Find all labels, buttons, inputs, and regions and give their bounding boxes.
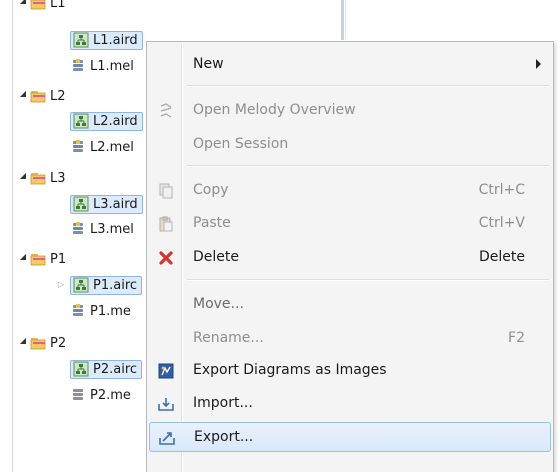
context-menu: New Open Melody Overview Open Session Co… — [146, 41, 554, 472]
folder-label: P2 — [50, 335, 67, 351]
export-image-icon — [157, 362, 175, 380]
aird-selection: L1.aird — [70, 30, 143, 50]
expand-arrow-icon[interactable]: ▷ — [56, 280, 66, 290]
aird-file-icon — [73, 361, 89, 377]
menu-item-label: Move... — [193, 296, 244, 312]
tree-item-l1-mel[interactable]: L1.mel — [70, 55, 134, 77]
menu-item-label: Delete — [193, 249, 239, 265]
tree-folder-l1[interactable]: L1 — [30, 0, 66, 14]
submenu-arrow-icon — [536, 59, 541, 69]
tree-item-p1-mel[interactable]: P1.me — [70, 300, 131, 322]
export-icon — [158, 429, 176, 447]
paste-icon — [157, 215, 175, 233]
file-label: L3.mel — [90, 221, 134, 237]
import-icon — [157, 395, 175, 413]
file-label: P2.airc — [93, 361, 138, 377]
menu-item-label: Export Diagrams as Images — [193, 362, 387, 378]
menu-item-export-diagrams-as-images[interactable]: Export Diagrams as Images — [149, 356, 551, 386]
folder-open-icon — [30, 173, 46, 185]
collapse-arrow-icon[interactable]: ◢ — [18, 252, 28, 262]
melody-model-icon — [73, 222, 83, 234]
folder-open-icon — [30, 338, 46, 350]
folder-open-icon — [30, 0, 46, 10]
tree-folder-p2[interactable]: P2 — [30, 332, 66, 354]
menu-item-move[interactable]: Move... — [149, 290, 551, 320]
tree-item-p2-aird[interactable]: P2.airc — [70, 358, 143, 380]
copy-icon — [157, 182, 175, 200]
menu-item-label: Paste — [193, 215, 231, 231]
menu-item-shortcut: F2 — [508, 330, 525, 346]
delete-icon — [157, 249, 175, 267]
menu-item-label: Open Session — [193, 136, 289, 152]
menu-item-rename[interactable]: Rename... F2 — [149, 324, 551, 354]
menu-item-import[interactable]: Import... — [149, 389, 551, 419]
collapse-arrow-icon[interactable]: ◢ — [18, 171, 28, 181]
collapse-arrow-icon[interactable]: ◢ — [18, 0, 28, 6]
file-label: P1.airc — [93, 277, 138, 293]
menu-item-paste[interactable]: Paste Ctrl+V — [149, 209, 551, 239]
tree-item-l2-aird[interactable]: L2.aird — [70, 110, 143, 132]
menu-item-label: Import... — [193, 395, 253, 411]
menu-item-label: Rename... — [193, 330, 264, 346]
folder-label: L1 — [50, 0, 66, 11]
melody-model-icon — [73, 389, 83, 400]
file-label: P2.me — [90, 387, 131, 403]
melody-model-icon — [73, 140, 83, 152]
screen: ◢ L1 L1.aird L1.mel ◢ L2 L2.aird L2.mel … — [0, 0, 560, 472]
menu-item-open-melody-overview[interactable]: Open Melody Overview — [149, 96, 551, 126]
aird-file-icon — [73, 196, 89, 212]
tree-folder-p1[interactable]: P1 — [30, 248, 66, 270]
project-explorer-tree: ◢ L1 L1.aird L1.mel ◢ L2 L2.aird L2.mel … — [0, 0, 150, 472]
tree-guide-line — [12, 0, 13, 472]
tree-folder-l3[interactable]: L3 — [30, 167, 66, 189]
file-label: L1.mel — [90, 58, 134, 74]
melody-model-icon — [73, 304, 83, 316]
aird-selection: L3.aird — [70, 194, 143, 214]
menu-item-shortcut: Ctrl+C — [478, 182, 525, 198]
menu-item-copy[interactable]: Copy Ctrl+C — [149, 176, 551, 206]
tree-item-p2-mel[interactable]: P2.me — [70, 384, 131, 406]
menu-separator — [187, 85, 549, 87]
file-label: L2.aird — [93, 113, 138, 129]
collapse-arrow-icon[interactable]: ◢ — [18, 336, 28, 346]
menu-item-label: New — [193, 56, 224, 72]
aird-file-icon — [73, 277, 89, 293]
menu-item-label: Copy — [193, 182, 229, 198]
folder-label: L2 — [50, 88, 66, 104]
tree-folder-l2[interactable]: L2 — [30, 85, 66, 107]
tree-item-l1-aird[interactable]: L1.aird — [70, 29, 143, 51]
menu-separator — [187, 165, 549, 167]
folder-open-icon — [30, 91, 46, 103]
view-splitter-edge — [345, 0, 346, 40]
aird-selection: P1.airc — [70, 275, 143, 295]
tree-item-l2-mel[interactable]: L2.mel — [70, 136, 134, 158]
melody-model-icon — [73, 59, 83, 71]
menu-item-delete[interactable]: Delete Delete — [149, 243, 551, 273]
menu-item-shortcut: Ctrl+V — [478, 215, 525, 231]
folder-label: P1 — [50, 251, 67, 267]
folder-open-icon — [30, 254, 46, 266]
aird-selection: L2.aird — [70, 111, 143, 131]
menu-item-shortcut: Delete — [479, 249, 525, 265]
collapse-arrow-icon[interactable]: ◢ — [18, 89, 28, 99]
file-label: P1.me — [90, 303, 131, 319]
file-label: L3.aird — [93, 196, 138, 212]
menu-item-open-session[interactable]: Open Session — [149, 130, 551, 160]
tree-item-p1-aird[interactable]: P1.airc — [70, 274, 143, 296]
aird-selection: P2.airc — [70, 359, 143, 379]
aird-file-icon — [73, 32, 89, 48]
melody-overview-icon — [157, 102, 175, 120]
menu-separator — [187, 279, 549, 281]
tree-item-l3-aird[interactable]: L3.aird — [70, 193, 143, 215]
menu-item-label: Export... — [194, 429, 254, 445]
file-label: L1.aird — [93, 32, 138, 48]
aird-file-icon — [73, 113, 89, 129]
folder-label: L3 — [50, 170, 66, 186]
tree-item-l3-mel[interactable]: L3.mel — [70, 218, 134, 240]
view-splitter[interactable] — [341, 0, 344, 40]
menu-item-new[interactable]: New — [149, 50, 551, 80]
file-label: L2.mel — [90, 139, 134, 155]
menu-item-label: Open Melody Overview — [193, 102, 356, 118]
menu-item-export[interactable]: Export... — [149, 422, 551, 452]
